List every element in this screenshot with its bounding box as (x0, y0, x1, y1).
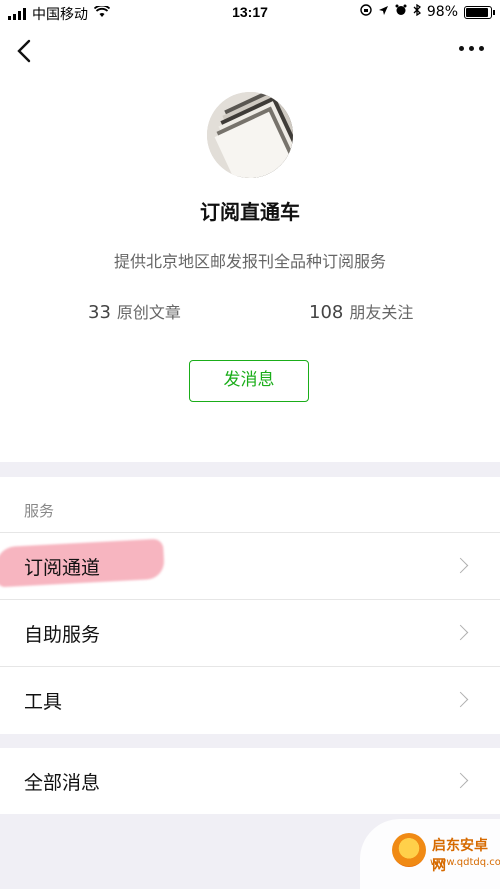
chevron-right-icon (452, 557, 469, 574)
services-section: 服务 订阅通道 自助服务 工具 (0, 477, 500, 734)
battery-percent: 98% (426, 4, 458, 20)
chevron-left-icon (17, 39, 31, 63)
chevron-right-icon (452, 772, 469, 789)
watermark-url: www.qdtdq.com (430, 857, 500, 868)
send-message-button[interactable]: 发消息 (189, 360, 309, 402)
orientation-lock-icon (360, 4, 372, 20)
stat-label: 朋友关注 (349, 303, 414, 322)
stat-count: 108 (309, 302, 344, 323)
chevron-right-icon (452, 691, 469, 708)
battery-fill (466, 7, 488, 17)
menu-item-label: 自助服务 (24, 624, 101, 646)
all-messages-label: 全部消息 (24, 772, 101, 794)
stat-label: 原创文章 (116, 303, 181, 322)
more-dot-icon (459, 46, 464, 51)
bluetooth-icon (413, 3, 421, 20)
menu-item-subscription-channel[interactable]: 订阅通道 (0, 532, 500, 599)
services-header: 服务 (24, 502, 55, 520)
account-name: 订阅直通车 (200, 200, 300, 224)
newspaper-stack-icon (207, 92, 293, 178)
menu-item-tools[interactable]: 工具 (0, 666, 500, 733)
stat-original-articles[interactable]: 33 原创文章 (88, 299, 181, 323)
more-options-button[interactable] (459, 46, 484, 51)
alarm-icon (395, 4, 407, 20)
status-bar: 中国移动 13:17 98% (0, 0, 500, 26)
chevron-right-icon (452, 624, 469, 641)
back-button[interactable] (10, 36, 40, 66)
status-right: 98% (360, 3, 495, 20)
all-messages-item[interactable]: 全部消息 (0, 748, 500, 814)
profile-card: 订阅直通车 提供北京地区邮发报刊全品种订阅服务 33 原创文章 108 朋友关注 发… (0, 26, 500, 462)
more-dot-icon (479, 46, 484, 51)
stat-count: 33 (88, 302, 111, 323)
stat-friends-following[interactable]: 108 朋友关注 (309, 299, 413, 323)
account-avatar (207, 92, 293, 178)
location-icon (378, 4, 389, 20)
more-dot-icon (469, 46, 474, 51)
menu-item-self-service[interactable]: 自助服务 (0, 599, 500, 666)
watermark: 启东安卓网 www.qdtdq.com (360, 819, 500, 889)
watermark-logo-icon (392, 833, 426, 867)
account-description: 提供北京地区邮发报刊全品种订阅服务 (113, 252, 386, 271)
battery-icon (464, 5, 495, 19)
menu-item-label: 工具 (24, 691, 63, 713)
watermark-title: 启东安卓网 (432, 838, 488, 874)
menu-item-label: 订阅通道 (24, 557, 101, 579)
